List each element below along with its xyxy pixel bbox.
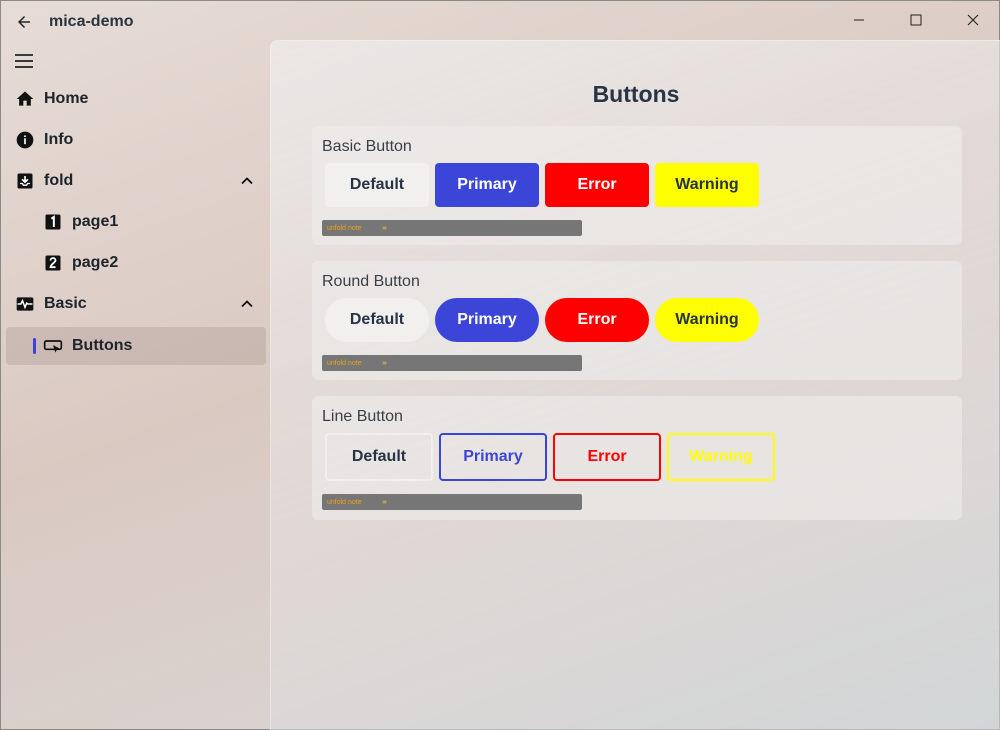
warning-button[interactable]: Warning (655, 163, 759, 207)
unfold-note-bar[interactable]: unfold note ››› (322, 220, 582, 236)
hamburger-menu-icon (15, 54, 33, 68)
card-title: Round Button (322, 273, 420, 290)
sidebar-item-label: page2 (72, 254, 119, 271)
unfold-arrow-icon: ››› (382, 498, 387, 506)
sidebar: Home Info fold page1 page2 Basic Buttons (1, 41, 269, 730)
pulse-icon (14, 293, 36, 315)
app-title: mica-demo (49, 13, 134, 30)
chevron-up-icon[interactable] (238, 172, 256, 190)
sidebar-item-label: Info (44, 131, 74, 148)
card-title: Basic Button (322, 138, 412, 155)
close-icon (967, 14, 979, 26)
sidebar-item-fold[interactable]: fold (6, 162, 266, 200)
warning-button[interactable]: Warning (655, 298, 759, 342)
sidebar-item-home[interactable]: Home (6, 80, 266, 118)
main-content: Buttons Basic Button Default Primary Err… (270, 40, 1000, 730)
sidebar-item-basic[interactable]: Basic (6, 285, 266, 323)
round-button-card: Round Button Default Primary Error Warni… (312, 261, 962, 380)
default-button[interactable]: Default (325, 433, 433, 481)
sidebar-item-label: Buttons (72, 337, 133, 354)
unfold-arrow-icon: ››› (382, 224, 387, 232)
warning-button[interactable]: Warning (667, 433, 775, 481)
button-cursor-icon (42, 335, 64, 357)
numeric-1-box-icon (42, 211, 64, 233)
unfold-note-bar[interactable]: unfold note ››› (322, 494, 582, 510)
card-title: Line Button (322, 408, 403, 425)
sidebar-item-label: Basic (44, 295, 87, 312)
line-button-card: Line Button Default Primary Error Warnin… (312, 396, 962, 520)
sidebar-item-label: Home (44, 90, 89, 107)
error-button[interactable]: Error (545, 163, 649, 207)
unfold-note-label: unfold note (327, 359, 362, 367)
sidebar-item-buttons[interactable]: Buttons (6, 327, 266, 365)
minimize-icon (854, 19, 864, 21)
sidebar-item-info[interactable]: Info (6, 121, 266, 159)
app-window: mica-demo Home Info fold page1 page2 Bas… (0, 0, 1000, 730)
page-title: Buttons (592, 81, 680, 107)
minimize-button[interactable] (837, 7, 881, 33)
close-button[interactable] (951, 7, 995, 33)
sidebar-item-page2[interactable]: page2 (6, 244, 266, 282)
maximize-button[interactable] (894, 7, 938, 33)
basic-button-card: Basic Button Default Primary Error Warni… (312, 126, 962, 245)
error-button[interactable]: Error (553, 433, 661, 481)
numeric-2-box-icon (42, 252, 64, 274)
info-icon (14, 129, 36, 151)
unfold-note-bar[interactable]: unfold note ››› (322, 355, 582, 371)
inbox-download-icon (14, 170, 36, 192)
sidebar-item-label: page1 (72, 213, 119, 230)
unfold-note-label: unfold note (327, 498, 362, 506)
primary-button[interactable]: Primary (435, 163, 539, 207)
back-button[interactable] (13, 11, 35, 33)
unfold-arrow-icon: ››› (382, 359, 387, 367)
title-bar: mica-demo (1, 1, 999, 41)
default-button[interactable]: Default (325, 163, 429, 207)
chevron-up-icon[interactable] (238, 295, 256, 313)
error-button[interactable]: Error (545, 298, 649, 342)
arrow-left-icon (18, 16, 30, 28)
home-icon (14, 88, 36, 110)
primary-button[interactable]: Primary (435, 298, 539, 342)
primary-button[interactable]: Primary (439, 433, 547, 481)
unfold-note-label: unfold note (327, 224, 362, 232)
sidebar-item-page1[interactable]: page1 (6, 203, 266, 241)
active-indicator (33, 338, 36, 354)
sidebar-item-label: fold (44, 172, 74, 189)
menu-toggle-button[interactable] (13, 51, 35, 71)
maximize-icon (910, 14, 922, 26)
default-button[interactable]: Default (325, 298, 429, 342)
